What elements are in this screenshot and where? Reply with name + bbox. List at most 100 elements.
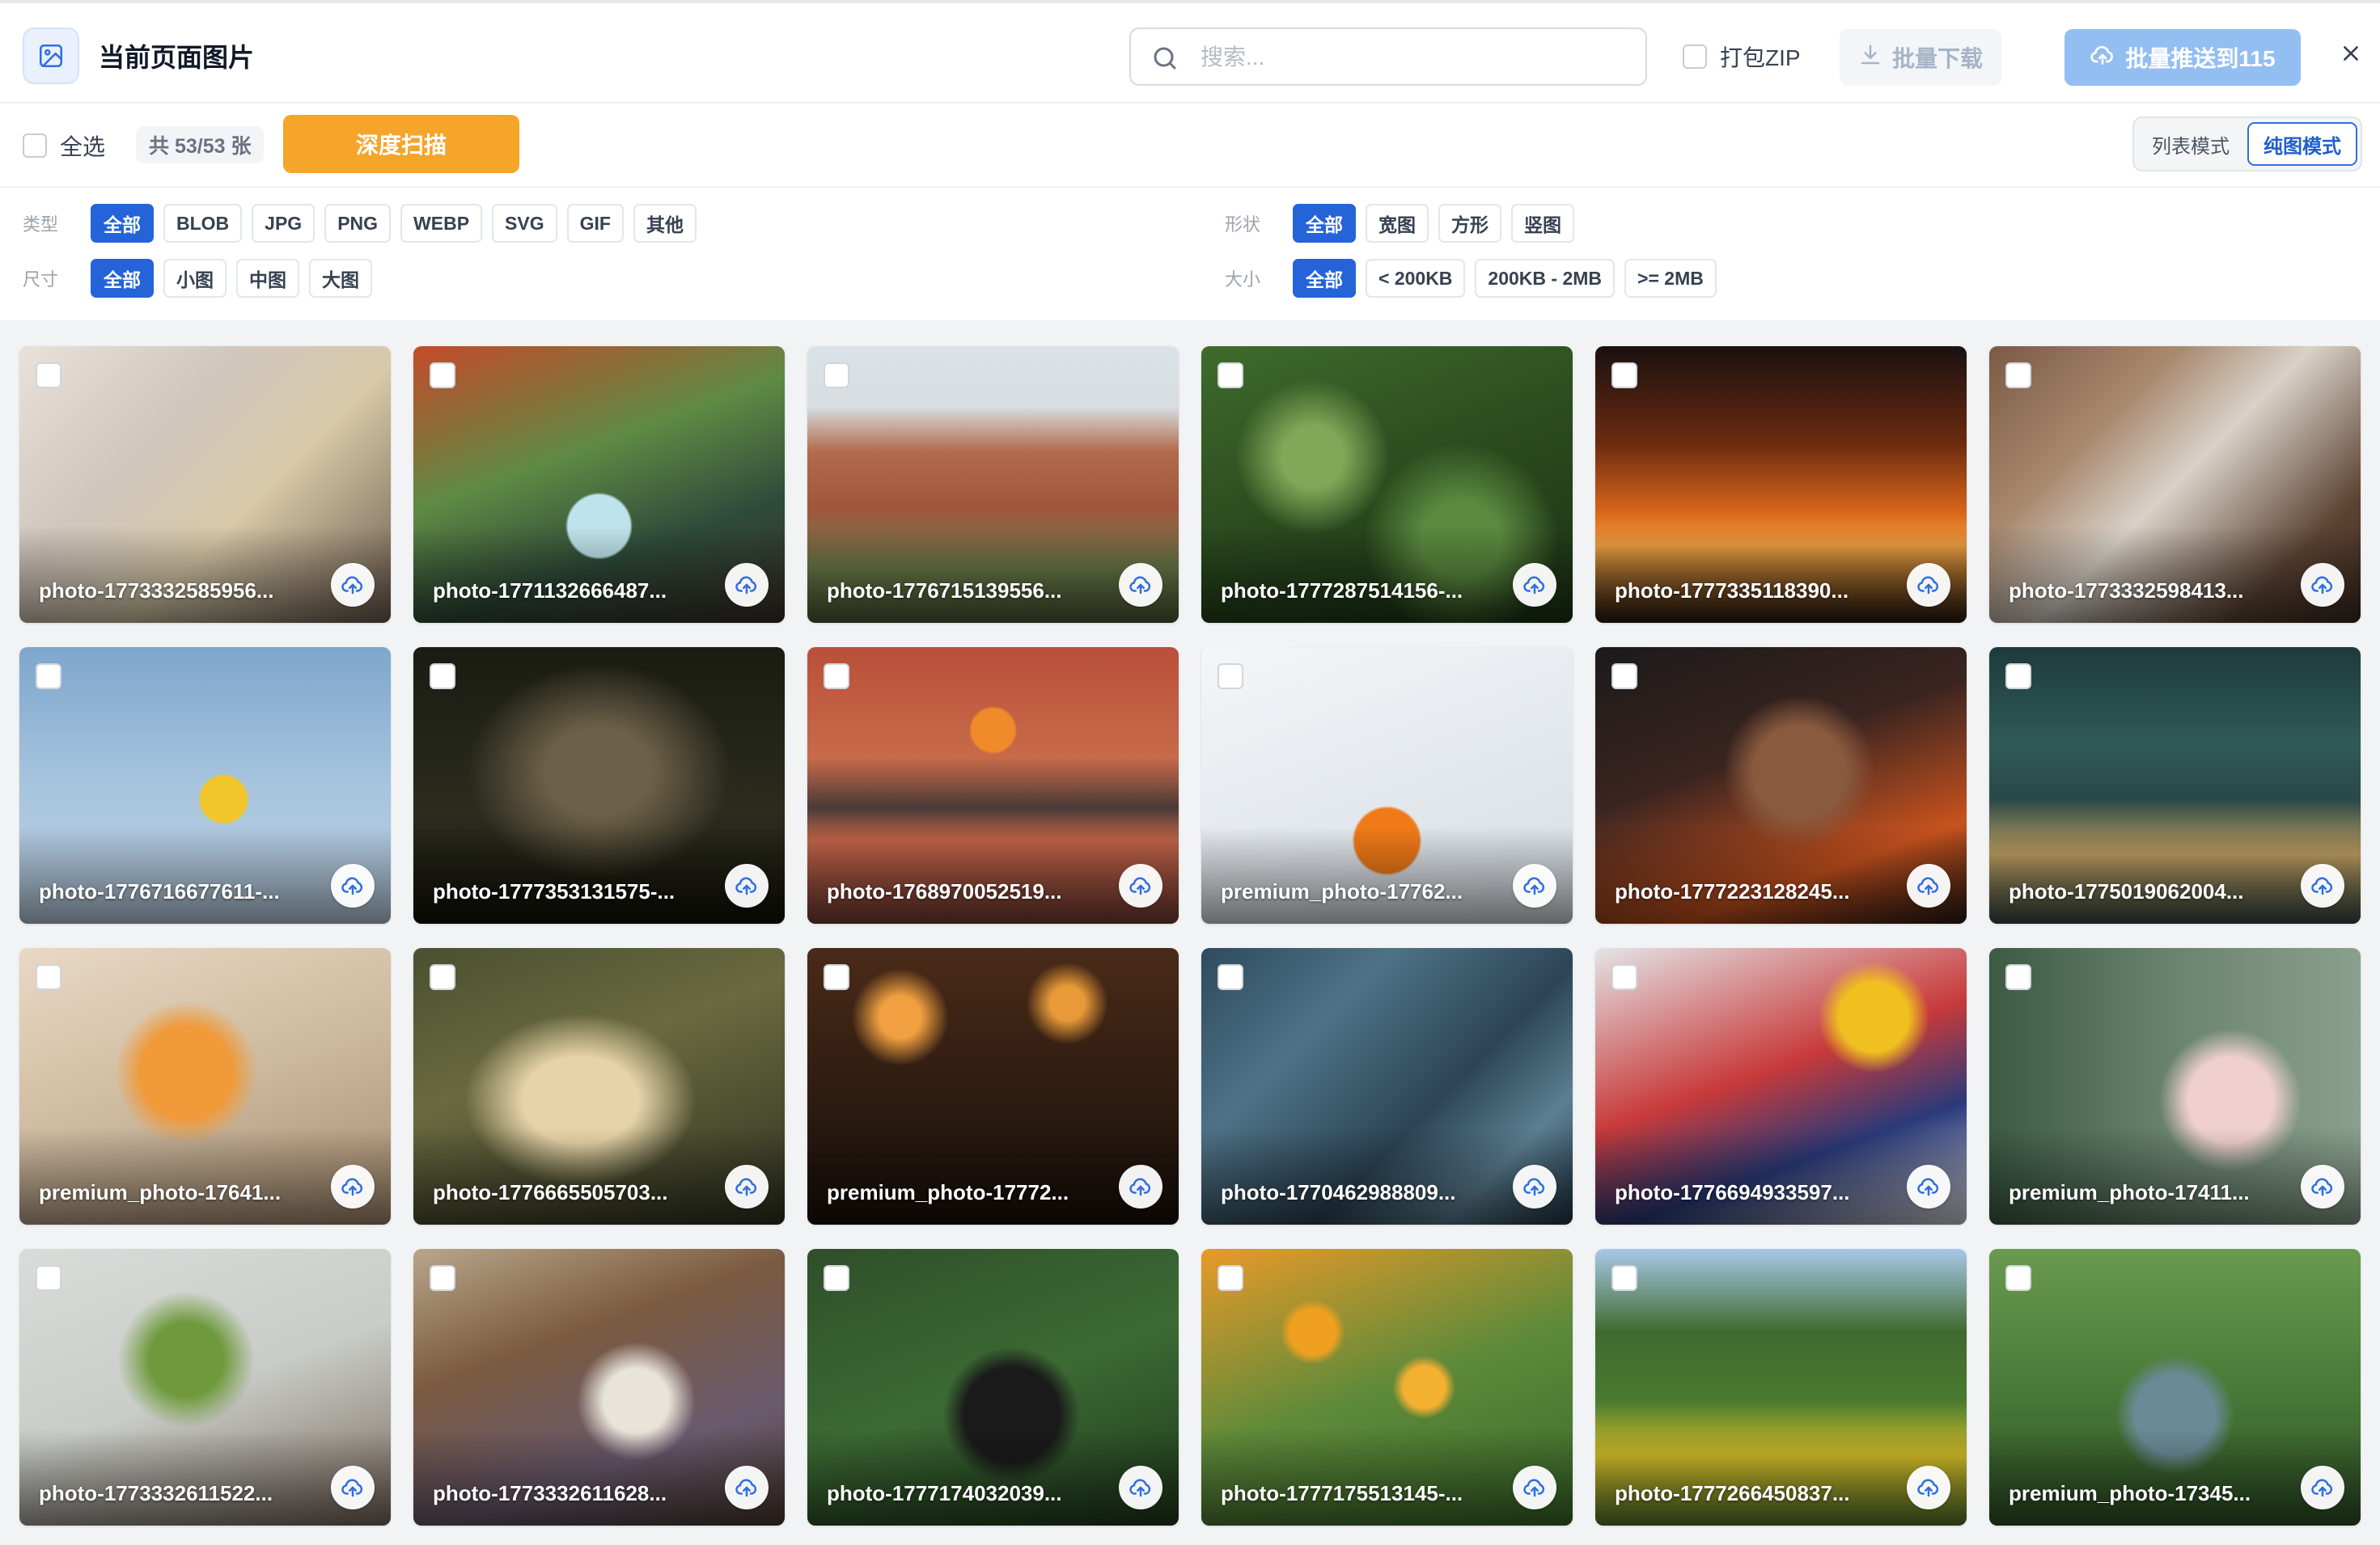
image-card[interactable]: photo-1773332598413... (1989, 346, 2361, 623)
type-chip-svg[interactable]: SVG (492, 204, 557, 243)
image-card[interactable]: premium_photo-17411... (1989, 948, 2361, 1225)
upload-icon[interactable] (1907, 864, 1950, 908)
search-input[interactable] (1199, 39, 1623, 76)
filesize-chip-lt-200kb[interactable]: < 200KB (1366, 259, 1466, 298)
image-select-checkbox[interactable] (824, 663, 849, 689)
image-select-checkbox[interactable] (430, 964, 455, 990)
image-card[interactable]: premium_photo-17641... (19, 948, 391, 1225)
type-chip-other[interactable]: 其他 (633, 204, 697, 243)
upload-icon[interactable] (1119, 1466, 1162, 1509)
image-card[interactable]: photo-1771132666487... (413, 346, 785, 623)
upload-icon[interactable] (1119, 1165, 1162, 1208)
filesize-chip-gte-2mb[interactable]: >= 2MB (1624, 259, 1717, 298)
image-card[interactable]: photo-1776665505703... (413, 948, 785, 1225)
image-select-checkbox[interactable] (36, 964, 61, 990)
type-chip-png[interactable]: PNG (324, 204, 392, 243)
dimension-chip-all[interactable]: 全部 (91, 259, 154, 298)
upload-icon[interactable] (1513, 563, 1556, 607)
image-card[interactable]: photo-1777223128245... (1595, 647, 1967, 924)
list-mode-button[interactable]: 列表模式 (2137, 122, 2244, 166)
type-chip-blob[interactable]: BLOB (163, 204, 243, 243)
image-select-checkbox[interactable] (1218, 964, 1243, 990)
upload-icon[interactable] (2301, 563, 2344, 607)
image-select-checkbox[interactable] (1611, 964, 1637, 990)
image-select-checkbox[interactable] (430, 362, 455, 388)
image-select-checkbox[interactable] (1611, 362, 1637, 388)
type-chip-gif[interactable]: GIF (566, 204, 624, 243)
image-select-checkbox[interactable] (1611, 663, 1637, 689)
upload-icon[interactable] (331, 864, 375, 908)
zip-toggle[interactable]: 打包ZIP (1683, 40, 1801, 73)
filesize-chip-200kb-2mb[interactable]: 200KB - 2MB (1475, 259, 1616, 298)
upload-icon[interactable] (1513, 864, 1556, 908)
image-card[interactable]: photo-1777335118390... (1595, 346, 1967, 623)
dimension-chip-small[interactable]: 小图 (163, 259, 227, 298)
image-card[interactable]: photo-1773332611522... (19, 1249, 391, 1526)
upload-icon[interactable] (725, 864, 769, 908)
image-card[interactable]: photo-1777353131575-... (413, 647, 785, 924)
image-select-checkbox[interactable] (2005, 1265, 2031, 1291)
shape-chip-wide[interactable]: 宽图 (1366, 204, 1429, 243)
upload-icon[interactable] (1119, 563, 1162, 607)
upload-icon[interactable] (1907, 1466, 1950, 1509)
batch-download-button[interactable]: 批量下载 (1840, 29, 2001, 86)
image-card[interactable]: photo-1777287514156-... (1201, 346, 1573, 623)
image-card[interactable]: photo-1777266450837... (1595, 1249, 1967, 1526)
image-select-checkbox[interactable] (2005, 964, 2031, 990)
image-card[interactable]: premium_photo-17762... (1201, 647, 1573, 924)
image-card[interactable]: photo-1777174032039... (807, 1249, 1179, 1526)
image-card[interactable]: photo-1776716677611-... (19, 647, 391, 924)
image-card[interactable]: premium_photo-17772... (807, 948, 1179, 1225)
select-all[interactable]: 全选 (23, 129, 105, 162)
image-select-checkbox[interactable] (430, 663, 455, 689)
image-select-checkbox[interactable] (1218, 362, 1243, 388)
image-card[interactable]: premium_photo-17345... (1989, 1249, 2361, 1526)
grid-mode-button[interactable]: 纯图模式 (2247, 122, 2357, 166)
upload-icon[interactable] (1119, 864, 1162, 908)
upload-icon[interactable] (1513, 1165, 1556, 1208)
upload-icon[interactable] (2301, 864, 2344, 908)
image-card[interactable]: photo-1776715139556... (807, 346, 1179, 623)
upload-icon[interactable] (331, 1165, 375, 1208)
type-chip-webp[interactable]: WEBP (400, 204, 483, 243)
deep-scan-button[interactable]: 深度扫描 (283, 115, 519, 173)
image-card[interactable]: photo-1773332585956... (19, 346, 391, 623)
image-card[interactable]: photo-1770462988809... (1201, 948, 1573, 1225)
image-select-checkbox[interactable] (36, 663, 61, 689)
upload-icon[interactable] (2301, 1466, 2344, 1509)
image-select-checkbox[interactable] (1218, 663, 1243, 689)
shape-chip-all[interactable]: 全部 (1293, 204, 1356, 243)
image-select-checkbox[interactable] (36, 1265, 61, 1291)
image-card[interactable]: photo-1776694933597... (1595, 948, 1967, 1225)
upload-icon[interactable] (331, 1466, 375, 1509)
upload-icon[interactable] (1513, 1466, 1556, 1509)
select-all-checkbox[interactable] (23, 133, 47, 158)
type-chip-jpg[interactable]: JPG (252, 204, 315, 243)
shape-chip-square[interactable]: 方形 (1438, 204, 1501, 243)
upload-icon[interactable] (1907, 1165, 1950, 1208)
upload-icon[interactable] (331, 563, 375, 607)
image-card[interactable]: photo-1775019062004... (1989, 647, 2361, 924)
image-card[interactable]: photo-1768970052519... (807, 647, 1179, 924)
image-select-checkbox[interactable] (1218, 1265, 1243, 1291)
upload-icon[interactable] (725, 1466, 769, 1509)
upload-icon[interactable] (1907, 563, 1950, 607)
zip-checkbox[interactable] (1683, 44, 1707, 69)
image-select-checkbox[interactable] (36, 362, 61, 388)
image-select-checkbox[interactable] (1611, 1265, 1637, 1291)
close-icon[interactable] (2335, 37, 2367, 70)
type-chip-all[interactable]: 全部 (91, 204, 154, 243)
image-select-checkbox[interactable] (824, 964, 849, 990)
image-select-checkbox[interactable] (2005, 362, 2031, 388)
image-select-checkbox[interactable] (824, 1265, 849, 1291)
upload-icon[interactable] (725, 1165, 769, 1208)
dimension-chip-medium[interactable]: 中图 (236, 259, 299, 298)
dimension-chip-large[interactable]: 大图 (309, 259, 372, 298)
image-select-checkbox[interactable] (2005, 663, 2031, 689)
shape-chip-tall[interactable]: 竖图 (1511, 204, 1574, 243)
upload-icon[interactable] (2301, 1165, 2344, 1208)
image-select-checkbox[interactable] (430, 1265, 455, 1291)
image-card[interactable]: photo-1777175513145-... (1201, 1249, 1573, 1526)
image-card[interactable]: photo-1773332611628... (413, 1249, 785, 1526)
filesize-chip-all[interactable]: 全部 (1293, 259, 1356, 298)
